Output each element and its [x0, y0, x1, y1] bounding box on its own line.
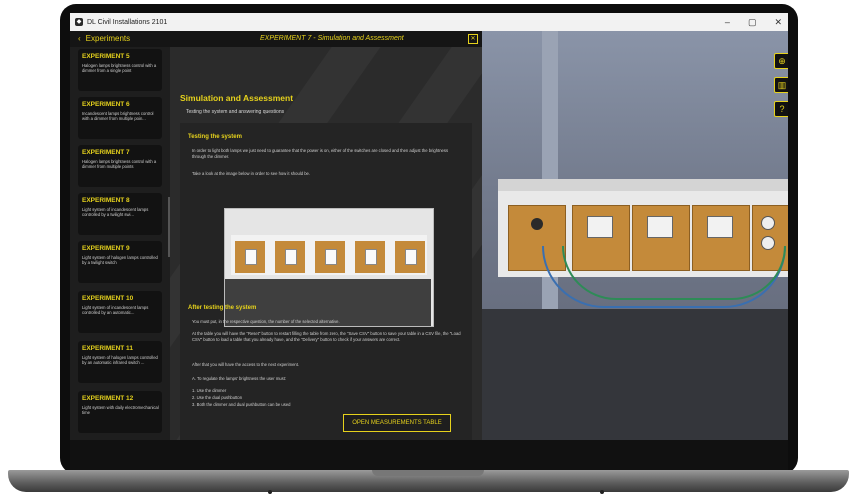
laptop-notch — [372, 470, 484, 476]
bench-rail — [498, 179, 788, 191]
experiment-title-label: EXPERIMENT 11 — [82, 345, 133, 352]
preview-module — [315, 241, 345, 273]
preview-switch — [285, 249, 297, 265]
experiment-description: Light system of halogen lamps controlled… — [82, 355, 158, 366]
after-paragraph-1: You must put, in the respective question… — [192, 319, 340, 324]
experiment-title-label: EXPERIMENT 5 — [82, 53, 130, 60]
instructions-panel: Simulation and Assessment Testing the sy… — [170, 47, 482, 440]
question-text: A. To regulate the lamps' brightness the… — [192, 376, 287, 381]
option-1: 1. Use the dimmer — [192, 388, 227, 393]
sidebar-item-experiment-9[interactable]: EXPERIMENT 9 Light system of halogen lam… — [78, 241, 162, 283]
laptop-foot — [600, 490, 604, 494]
preview-switch — [245, 249, 257, 265]
experiment-title-label: EXPERIMENT 6 — [82, 101, 130, 108]
back-to-experiments-button[interactable]: ‹ Experiments — [78, 34, 130, 43]
after-paragraph-3: After that you will have the access to t… — [192, 362, 300, 367]
experiments-sidebar: EXPERIMENT 5 Halogen lamps brightness co… — [70, 47, 170, 440]
sidebar-item-experiment-11[interactable]: EXPERIMENT 11 Light system of halogen la… — [78, 341, 162, 383]
maximize-button[interactable]: ▢ — [748, 17, 757, 28]
section-heading: Simulation and Assessment — [180, 93, 294, 103]
chevron-left-icon: ‹ — [78, 34, 81, 43]
experiment-description: Light system of halogen lamps controlled… — [82, 255, 158, 266]
preview-switch — [405, 249, 417, 265]
experiment-title-label: EXPERIMENT 8 — [82, 197, 130, 204]
help-icon[interactable]: ? — [774, 101, 788, 117]
experiment-title-label: EXPERIMENT 9 — [82, 245, 130, 252]
after-paragraph-2: At the table you will have the "Reset" b… — [192, 331, 461, 342]
preview-module — [275, 241, 305, 273]
experiment-title-label: EXPERIMENT 7 — [82, 149, 130, 156]
3d-simulation-viewport[interactable]: ⊕ ▥ ? — [482, 31, 788, 440]
app-logo-icon: ◆ — [75, 18, 83, 26]
preview-switch — [325, 249, 337, 265]
preview-switch — [365, 249, 377, 265]
option-3: 3. Both the dimmer and dual pushbutton c… — [192, 402, 291, 407]
preview-shelf — [231, 235, 427, 275]
sidebar-item-experiment-6[interactable]: EXPERIMENT 6 Incandescent lamps brightne… — [78, 97, 162, 139]
experiment-description: Light system of incandescent lamps contr… — [82, 207, 149, 218]
preview-module — [235, 241, 265, 273]
experiment-description: Incandescent lamps brightness control wi… — [82, 111, 154, 122]
wall-switch[interactable] — [647, 216, 673, 238]
experiment-description: Halogen lamps brightness control with a … — [82, 159, 157, 170]
option-2: 2. Use the dual pushbutton — [192, 395, 243, 400]
preview-module — [395, 241, 425, 273]
sidebar-item-experiment-5[interactable]: EXPERIMENT 5 Halogen lamps brightness co… — [78, 49, 162, 91]
floor — [482, 309, 788, 440]
section-subheading: Testing the system and answering questio… — [186, 109, 285, 115]
app-screen: ◆ DL Civil Installations 2101 – ▢ ✕ ‹ Ex… — [70, 13, 788, 440]
after-testing-title: After testing the system — [188, 305, 257, 311]
sidebar-item-experiment-10[interactable]: EXPERIMENT 10 Light system of incandesce… — [78, 291, 162, 333]
experiment-topbar: ‹ Experiments EXPERIMENT 7 - Simulation … — [70, 31, 482, 47]
power-knob[interactable] — [531, 218, 543, 230]
laptop-chin — [70, 440, 788, 470]
dimmer-switch[interactable] — [587, 216, 613, 238]
window-title: DL Civil Installations 2101 — [87, 18, 168, 26]
testing-title: Testing the system — [188, 134, 242, 140]
experiment-description: Light system of incandescent lamps contr… — [82, 305, 149, 316]
open-measurements-table-button[interactable]: OPEN MEASUREMENTS TABLE — [343, 414, 451, 432]
lamp-socket — [761, 216, 775, 230]
testing-paragraph-2: Take a look at the image below in order … — [192, 171, 311, 176]
experiment-title: EXPERIMENT 7 - Simulation and Assessment — [260, 35, 404, 42]
experiment-description: Light system with daily electromechanica… — [82, 405, 159, 416]
sidebar-item-experiment-8[interactable]: EXPERIMENT 8 Light system of incandescen… — [78, 193, 162, 235]
wall-switch[interactable] — [707, 216, 733, 238]
sidebar-item-experiment-7[interactable]: EXPERIMENT 7 Halogen lamps brightness co… — [78, 145, 162, 187]
window-titlebar: ◆ DL Civil Installations 2101 – ▢ ✕ — [70, 13, 788, 31]
experiment-description: Halogen lamps brightness control with a … — [82, 63, 157, 74]
preview-module — [355, 241, 385, 273]
close-panel-button[interactable]: ✕ — [468, 34, 478, 44]
green-cable — [562, 246, 786, 300]
sidebar-item-experiment-12[interactable]: EXPERIMENT 12 Light system with daily el… — [78, 391, 162, 433]
testing-paragraph-1: In order to light both lamps we just nee… — [192, 148, 449, 159]
experiment-title-label: EXPERIMENT 12 — [82, 395, 134, 402]
laptop-foot — [268, 490, 272, 494]
chart-icon[interactable]: ▥ — [774, 77, 788, 93]
globe-icon[interactable]: ⊕ — [774, 53, 788, 69]
close-window-button[interactable]: ✕ — [774, 17, 782, 28]
back-label: Experiments — [85, 34, 131, 43]
minimize-button[interactable]: – — [725, 17, 730, 27]
experiment-title-label: EXPERIMENT 10 — [82, 295, 134, 302]
